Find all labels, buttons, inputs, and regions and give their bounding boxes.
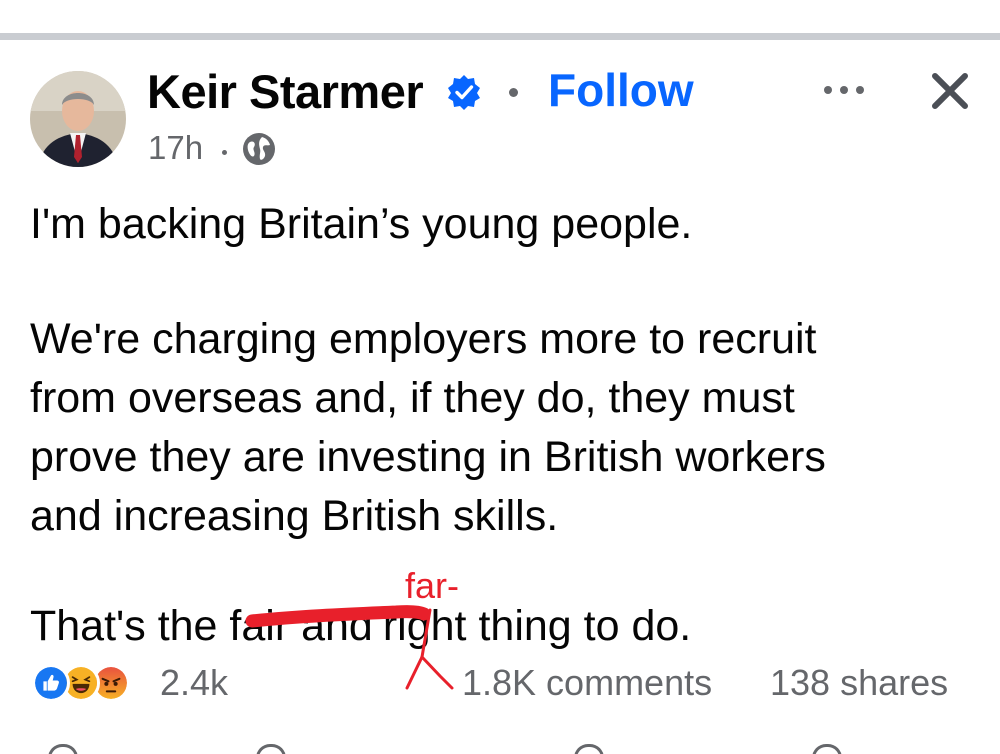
post-text-line: from overseas and, if they do, they must	[30, 374, 795, 422]
like-button-icon[interactable]	[48, 744, 78, 754]
send-button-icon[interactable]	[574, 744, 604, 754]
close-icon[interactable]	[928, 69, 972, 113]
post-closing-line: That's the fair and right thing to do.	[30, 597, 691, 656]
shares-count[interactable]: 138 shares	[770, 662, 948, 704]
post-text-line: prove they are investing in British work…	[30, 433, 826, 481]
struck-through-words: fair and	[229, 602, 373, 650]
post-timestamp[interactable]: 17h	[148, 129, 203, 167]
closing-prefix: That's the	[30, 602, 230, 650]
share-button-icon[interactable]	[812, 744, 842, 754]
feed-divider	[0, 33, 1000, 40]
closing-suffix: right thing to do.	[382, 602, 692, 650]
like-reaction-icon	[32, 664, 70, 702]
separator-dot	[509, 88, 518, 97]
more-options-icon[interactable]	[820, 78, 868, 102]
author-name[interactable]: Keir Starmer	[147, 64, 424, 119]
author-avatar[interactable]	[30, 71, 126, 167]
timestamp-separator	[222, 150, 227, 155]
comment-button-icon[interactable]	[256, 744, 286, 754]
profile-photo	[30, 71, 126, 167]
post-text-line: We're charging employers more to recruit	[30, 315, 817, 363]
post-text-line: I'm backing Britain’s young people.	[30, 200, 693, 248]
reaction-count[interactable]: 2.4k	[160, 662, 228, 704]
follow-button[interactable]: Follow	[548, 63, 694, 117]
globe-icon	[243, 133, 275, 165]
verified-badge-icon	[448, 75, 480, 110]
annotation-text: far-	[405, 565, 459, 606]
comments-count[interactable]: 1.8K comments	[462, 662, 712, 704]
post-paragraph: We're charging employers more to recruit…	[30, 310, 826, 546]
post-text-line: and increasing British skills.	[30, 492, 559, 540]
reaction-icons[interactable]	[32, 664, 152, 704]
top-band	[0, 0, 1000, 33]
